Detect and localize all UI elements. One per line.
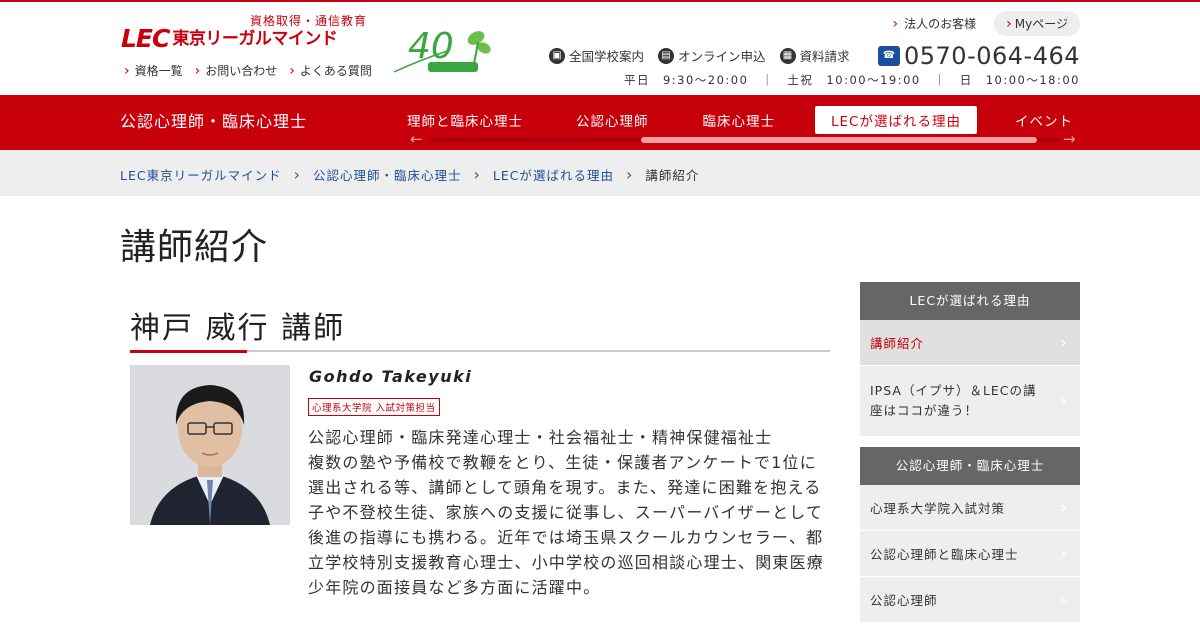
sidebar-item-instructors[interactable]: 講師紹介 <box>860 320 1080 366</box>
brochure-request-link[interactable]: ▦ 資料請求 <box>779 46 850 65</box>
sidebar-item-label: 公認心理師と臨床心理士 <box>870 547 1019 562</box>
site-logo[interactable]: LEC 東京リーガルマインド <box>121 24 338 53</box>
phone-number[interactable]: ☎ 0570-064-464 <box>877 42 1080 70</box>
header-top-line <box>0 0 1200 2</box>
nav-scroll-thumb[interactable] <box>641 137 1037 143</box>
instructor-profile: 公認心理師・臨床発達心理士・社会福祉士・精神保健福祉士 複数の塾や予備校で教鞭を… <box>308 425 832 600</box>
online-apply-label: オンライン申込 <box>678 49 766 64</box>
sidebar-gap <box>860 437 1080 447</box>
corporate-link[interactable]: 法人のお客様 <box>893 15 976 32</box>
category-title[interactable]: 公認心理師・臨床心理士 <box>120 108 307 132</box>
sidebar-item-label: 講師紹介 <box>870 336 925 351</box>
name-divider-accent <box>130 350 247 353</box>
business-hours: 平日 9:30～20:00 ｜ 土祝 10:00～19:00 ｜ 日 10:00… <box>623 73 1080 87</box>
logo-tagline: 資格取得・通信教育 <box>250 14 368 28</box>
utility-links: 法人のお客様 Myページ <box>893 11 1080 36</box>
quick-links: ▣ 全国学校案内 ▤ オンライン申込 ▦ 資料請求 <box>549 46 850 65</box>
scroll-left-arrow-icon[interactable]: ← <box>410 130 423 148</box>
breadcrumb-list: LEC東京リーガルマインド › 公認心理師・臨床心理士 › LECが選ばれる理由… <box>120 165 699 184</box>
chevron-right-icon: › <box>293 164 301 184</box>
site-header: 資格取得・通信教育 LEC 東京リーガルマインド 40 資格一覧 お問い合わせ … <box>0 0 1200 95</box>
top-links: 資格一覧 お問い合わせ よくある質問 <box>124 62 372 79</box>
breadcrumb-home[interactable]: LEC東京リーガルマインド <box>120 165 282 184</box>
nav-item-clinical-psychologist[interactable]: 臨床心理士 <box>703 106 776 134</box>
profile-bio: 複数の塾や予備校で教鞭をとり、生徒・保護者アンケートで1位に選出される等、講師と… <box>308 453 825 597</box>
nav-item-comparison[interactable]: 理師と臨床心理士 <box>407 106 523 134</box>
anniversary-40-logo: 40 <box>393 26 491 73</box>
page-title: 講師紹介 <box>120 227 269 268</box>
anniversary-number: 40 <box>408 26 454 67</box>
sidebar-heading-why-lec[interactable]: LECが選ばれる理由 <box>860 282 1080 320</box>
sidebar-item-label: 心理系大学院入試対策 <box>870 501 1006 516</box>
mypage-button[interactable]: Myページ <box>994 11 1080 36</box>
portrait-image <box>130 365 290 525</box>
sidebar: LECが選ばれる理由 講師紹介 IPSA（イプサ）＆LECの講座はココが違う！ … <box>860 282 1080 623</box>
nav-item-certified-psychologist[interactable]: 公認心理師 <box>576 106 649 134</box>
sidebar-item-grad-school-prep[interactable]: 心理系大学院入試対策 <box>860 485 1080 531</box>
breadcrumb: LEC東京リーガルマインド › 公認心理師・臨床心理士 › LECが選ばれる理由… <box>0 150 1200 196</box>
brochure-request-label: 資料請求 <box>799 49 850 64</box>
breadcrumb-why-lec[interactable]: LECが選ばれる理由 <box>493 165 614 184</box>
link-contact[interactable]: お問い合わせ <box>195 62 277 79</box>
online-apply-link[interactable]: ▤ オンライン申込 <box>658 46 766 65</box>
instructor-photo <box>130 365 290 525</box>
freedial-icon: ☎ <box>877 46 900 66</box>
logo-name: 東京リーガルマインド <box>172 29 338 49</box>
category-nav-items: 理師と臨床心理士 公認心理師 臨床心理士 LECが選ばれる理由 イベント <box>407 106 1073 134</box>
school-guide-label: 全国学校案内 <box>569 49 645 64</box>
document-icon: ▦ <box>779 47 796 64</box>
computer-icon: ▤ <box>658 47 675 64</box>
logo-mark: LEC <box>121 24 170 53</box>
sidebar-heading-category[interactable]: 公認心理師・臨床心理士 <box>860 447 1080 485</box>
chevron-right-icon: › <box>473 164 481 184</box>
sidebar-item-label: 公認心理師 <box>870 593 938 608</box>
phone-number-text: 0570-064-464 <box>903 42 1080 70</box>
breadcrumb-category[interactable]: 公認心理師・臨床心理士 <box>313 165 462 184</box>
instructor-roman-name: Gohdo Takeyuki <box>309 367 473 386</box>
instructor-name: 神戸 威行 講師 <box>130 311 346 346</box>
profile-qualifications: 公認心理師・臨床発達心理士・社会福祉士・精神保健福祉士 <box>308 428 773 447</box>
link-faq[interactable]: よくある質問 <box>289 62 372 79</box>
sidebar-item-certified-psychologist[interactable]: 公認心理師 <box>860 577 1080 623</box>
instructor-role-tag: 心理系大学院 入試対策担当 <box>308 398 440 416</box>
school-icon: ▣ <box>549 47 565 64</box>
sidebar-item-ipsa[interactable]: IPSA（イプサ）＆LECの講座はココが違う！ <box>860 366 1080 437</box>
breadcrumb-current: 講師紹介 <box>645 168 700 183</box>
school-guide-link[interactable]: ▣ 全国学校案内 <box>549 46 644 65</box>
scroll-right-arrow-icon[interactable]: → <box>1063 130 1076 148</box>
nav-item-why-lec[interactable]: LECが選ばれる理由 <box>815 106 977 134</box>
category-nav: 公認心理師・臨床心理士 理師と臨床心理士 公認心理師 臨床心理士 LECが選ばれ… <box>0 95 1200 150</box>
sidebar-item-comparison[interactable]: 公認心理師と臨床心理士 <box>860 531 1080 577</box>
sidebar-item-label: IPSA（イプサ）＆LECの講座はココが違う！ <box>870 383 1037 418</box>
chevron-right-icon: › <box>626 164 634 184</box>
link-qualifications[interactable]: 資格一覧 <box>124 62 183 79</box>
